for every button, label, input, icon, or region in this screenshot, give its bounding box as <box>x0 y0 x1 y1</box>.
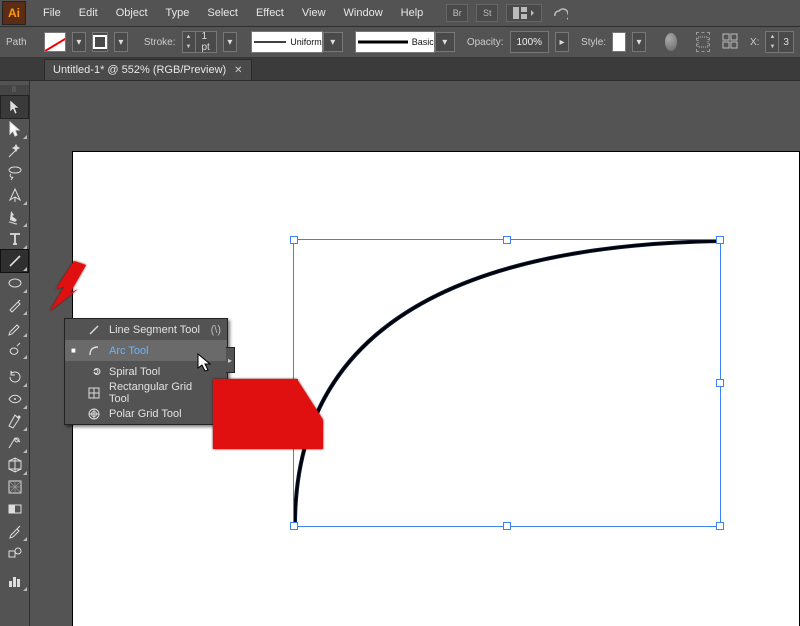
pgrid-icon <box>87 407 101 421</box>
flyout-item-label: Polar Grid Tool <box>109 408 213 420</box>
resize-handle[interactable] <box>716 379 724 387</box>
flyout-item-label: Spiral Tool <box>109 366 213 378</box>
fill-swatch[interactable] <box>44 32 66 52</box>
stroke-label: Stroke: <box>144 37 176 48</box>
app-logo: Ai <box>2 1 26 25</box>
flyout-item-label: Arc Tool <box>109 345 213 357</box>
sync-icon[interactable] <box>550 6 568 20</box>
menu-view[interactable]: View <box>293 3 335 23</box>
menu-edit[interactable]: Edit <box>70 3 107 23</box>
tools-panel-grip[interactable]: ⠿ <box>0 85 29 96</box>
menu-type[interactable]: Type <box>157 3 199 23</box>
menu-window[interactable]: Window <box>335 3 392 23</box>
arc-icon <box>87 344 101 358</box>
flyout-line-tool[interactable]: Line Segment Tool (\) <box>65 319 227 340</box>
opacity-dropdown-icon[interactable]: ▸ <box>555 32 569 52</box>
blend-tool[interactable] <box>1 542 28 564</box>
magic-wand-tool[interactable] <box>1 140 28 162</box>
menu-bar: Ai FileEditObjectTypeSelectEffectViewWin… <box>0 0 800 27</box>
document-tab-bar: Untitled-1* @ 552% (RGB/Preview) ✕ <box>0 58 800 81</box>
free-transform-tool[interactable] <box>1 410 28 432</box>
mesh-tool[interactable] <box>1 476 28 498</box>
document-tab[interactable]: Untitled-1* @ 552% (RGB/Preview) ✕ <box>44 59 252 80</box>
line-tools-flyout: Line Segment Tool (\) ■Arc Tool Spiral Tool… <box>64 318 228 425</box>
resize-handle[interactable] <box>503 236 511 244</box>
perspective-grid-tool[interactable] <box>1 454 28 476</box>
flyout-rgrid-tool[interactable]: Rectangular Grid Tool <box>65 382 227 403</box>
transform-panel-button[interactable] <box>722 33 740 51</box>
flyout-item-label: Rectangular Grid Tool <box>109 381 213 405</box>
shape-tool[interactable] <box>1 272 28 294</box>
lasso-tool[interactable] <box>1 162 28 184</box>
brush-dropdown-icon[interactable]: ▾ <box>435 32 455 52</box>
opacity-label: Opacity: <box>467 37 504 48</box>
options-bar: Path ▾ ▾ Stroke: ▲▼ 1 pt ▾ Uniform ▾ Bas… <box>0 27 800 58</box>
column-graph-tool[interactable] <box>1 570 28 592</box>
tearoff-handle[interactable]: ▸ <box>226 347 235 373</box>
x-label: X: <box>750 37 759 48</box>
menu-select[interactable]: Select <box>198 3 247 23</box>
resize-handle[interactable] <box>503 522 511 530</box>
rgrid-icon <box>87 386 101 400</box>
flyout-pgrid-tool[interactable]: Polar Grid Tool <box>65 403 227 424</box>
blob-brush-tool[interactable] <box>1 338 28 360</box>
style-label: Style: <box>581 37 606 48</box>
canvas-area[interactable]: Line Segment Tool (\) ■Arc Tool Spiral Tool… <box>30 81 800 626</box>
line-icon <box>87 323 101 337</box>
stroke-swatch[interactable] <box>92 32 108 52</box>
curvature-tool[interactable] <box>1 206 28 228</box>
selection-bounding-box[interactable] <box>293 239 721 527</box>
annotation-arrow <box>44 259 92 319</box>
variable-width-profile[interactable]: Uniform <box>251 31 323 53</box>
width-tool[interactable] <box>1 388 28 410</box>
eyedropper-tool[interactable] <box>1 520 28 542</box>
rotate-tool[interactable] <box>1 366 28 388</box>
spiral-icon <box>87 365 101 379</box>
stock-button[interactable]: St <box>476 4 498 22</box>
selection-tool[interactable] <box>1 96 28 118</box>
resize-handle[interactable] <box>716 522 724 530</box>
opacity-input[interactable]: 100% <box>510 31 550 53</box>
direct-selection-tool[interactable] <box>1 118 28 140</box>
close-tab-icon[interactable]: ✕ <box>234 65 242 76</box>
fill-dropdown-icon[interactable]: ▾ <box>72 32 86 52</box>
recolor-artwork-icon[interactable] <box>664 32 678 52</box>
flyout-item-shortcut: (\) <box>211 324 221 336</box>
bridge-button[interactable]: Br <box>446 4 468 22</box>
line-segment-tool[interactable] <box>1 250 28 272</box>
menu-help[interactable]: Help <box>392 3 433 23</box>
x-position-input[interactable]: ▲▼ 3 <box>765 31 794 53</box>
graphic-style-swatch[interactable] <box>612 32 626 52</box>
gradient-tool[interactable] <box>1 498 28 520</box>
style-dropdown-icon[interactable]: ▾ <box>632 32 646 52</box>
tools-panel: ⠿ <box>0 81 30 626</box>
paintbrush-tool[interactable] <box>1 294 28 316</box>
shape-builder-tool[interactable] <box>1 432 28 454</box>
type-tool[interactable] <box>1 228 28 250</box>
stroke-weight-input[interactable]: ▲▼ 1 pt <box>182 31 217 53</box>
arrange-documents-button[interactable] <box>506 4 542 22</box>
annotation-arrow <box>213 379 323 449</box>
resize-handle[interactable] <box>290 522 298 530</box>
resize-handle[interactable] <box>290 236 298 244</box>
flyout-item-label: Line Segment Tool <box>109 324 203 336</box>
flyout-spiral-tool[interactable]: Spiral Tool <box>65 361 227 382</box>
menu-effect[interactable]: Effect <box>247 3 293 23</box>
pencil-tool[interactable] <box>1 316 28 338</box>
align-button[interactable] <box>696 32 710 52</box>
width-profile-dropdown-icon[interactable]: ▾ <box>323 32 343 52</box>
menu-object[interactable]: Object <box>107 3 157 23</box>
pen-tool[interactable] <box>1 184 28 206</box>
object-type-label: Path <box>6 37 38 48</box>
resize-handle[interactable] <box>716 236 724 244</box>
flyout-arc-tool[interactable]: ■Arc Tool <box>65 340 227 361</box>
document-tab-title: Untitled-1* @ 552% (RGB/Preview) <box>53 64 226 76</box>
stroke-weight-dropdown-icon[interactable]: ▾ <box>223 32 237 52</box>
menu-file[interactable]: File <box>34 3 70 23</box>
brush-definition[interactable]: Basic <box>355 31 435 53</box>
stroke-dropdown-icon[interactable]: ▾ <box>114 32 128 52</box>
